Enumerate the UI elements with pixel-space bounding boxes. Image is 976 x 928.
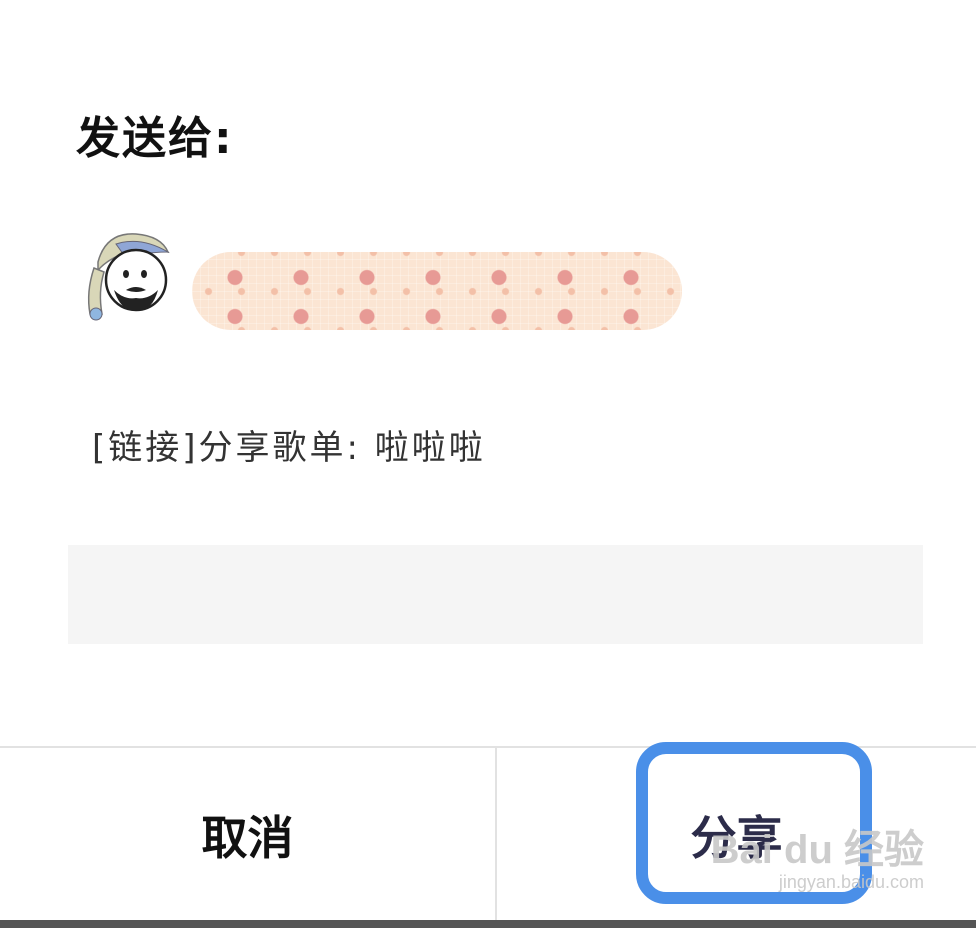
watermark-logo: Bai du 经验 [710,828,924,872]
share-message: [链接]分享歌单: 啦啦啦 [92,428,486,468]
bottom-edge-bar [0,920,976,928]
recipient-name-pill [192,252,682,330]
dialog-title: 发送给: [76,113,234,164]
share-dialog: 发送给: [链接]分享歌单: 啦啦啦 取消 分享 Bai du 经验 jingy… [0,0,976,928]
cancel-button[interactable]: 取消 [0,748,495,922]
recipient-row [76,222,696,332]
cartoon-face-avatar-icon [87,233,170,321]
watermark: Bai du 经验 jingyan.baidu.com [711,828,924,893]
watermark-url: jingyan.baidu.com [778,872,924,892]
message-input[interactable] [68,545,923,644]
